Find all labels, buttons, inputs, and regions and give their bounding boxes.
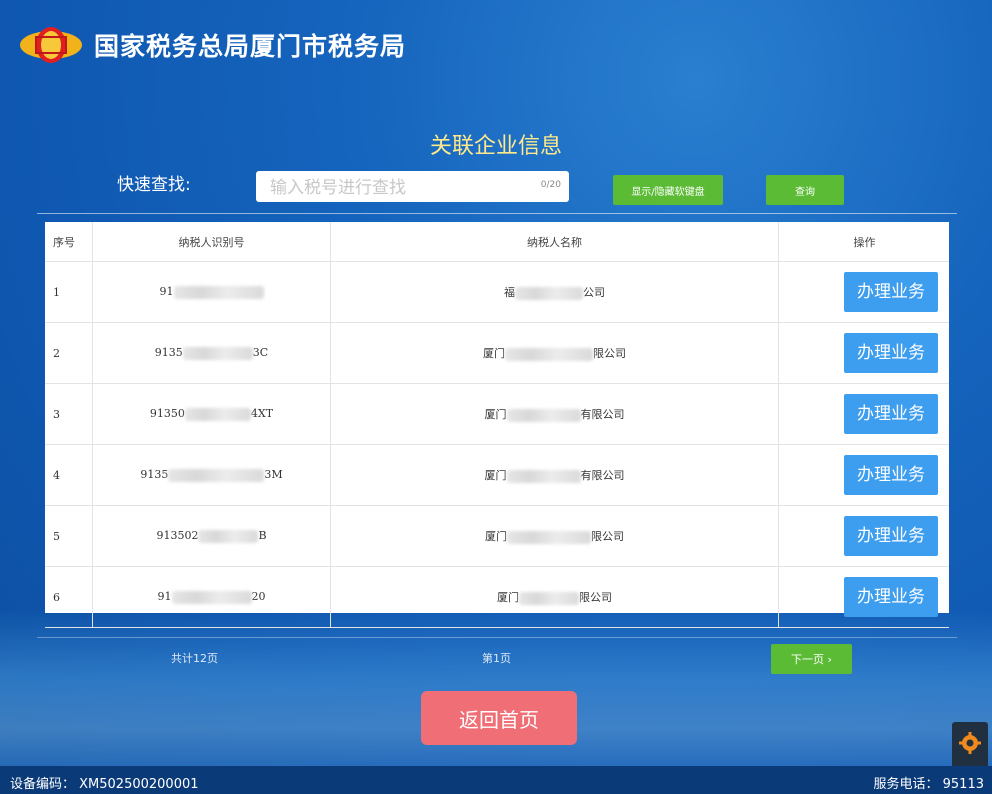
search-label: 快速查找: (117, 175, 191, 195)
return-home-button[interactable]: 返回首页 (421, 691, 577, 745)
taxpayer-name-visible-part: 限公司 (579, 591, 612, 604)
divider-top (37, 213, 957, 214)
table-header-row: 序号 纳税人识别号 纳税人名称 操作 (45, 222, 949, 262)
redacted-blur (515, 286, 583, 300)
taxpayer-name-visible-part: 厦门 (485, 530, 507, 543)
redacted-blur (182, 346, 253, 360)
enterprise-table: 序号 纳税人识别号 纳税人名称 操作 1 91 福公司 办理业务 2 9135 3… (45, 222, 949, 628)
redacted-blur (168, 468, 265, 482)
floating-tool-widget[interactable] (952, 722, 988, 768)
taxpayer-id-cell: 91 (92, 261, 331, 323)
redacted-blur (506, 408, 581, 422)
row-index: 3 (45, 383, 93, 445)
search-field[interactable]: 0/20 (256, 171, 569, 204)
redacted-blur (184, 407, 251, 421)
taxpayer-id-visible-part: 20 (251, 590, 266, 604)
taxpayer-name-cell: 福 公司 (330, 261, 779, 323)
taxpayer-name-visible-part: 厦门 (484, 408, 507, 421)
taxpayer-name-cell: 厦门 有限公司 (330, 383, 779, 445)
col-header-index: 序号 (45, 222, 93, 262)
table-row: 5 913502 B 厦门 限公司 办理业务 (45, 505, 949, 567)
taxpayer-id-cell: 913502 B (92, 505, 331, 567)
taxpayer-id-visible-part: 3M (264, 468, 283, 482)
current-page-text: 第1页 (482, 652, 511, 665)
taxpayer-name-cell: 厦门 限公司 (330, 322, 779, 384)
taxpayer-id-visible-part: 91 (159, 285, 174, 299)
handle-business-button[interactable]: 办理业务 (844, 333, 938, 373)
redacted-blur (173, 285, 264, 299)
taxpayer-id-cell: 9135 3C (92, 322, 331, 384)
redacted-blur (198, 529, 259, 543)
row-index: 4 (45, 444, 93, 506)
redacted-blur (519, 591, 579, 605)
handle-business-button[interactable]: 办理业务 (844, 455, 938, 495)
app-header: 国家税务总局厦门市税务局 (18, 22, 406, 68)
table-row: 6 91 20 厦门 限公司 办理业务 (45, 566, 949, 628)
redacted-blur (506, 469, 581, 483)
redacted-blur (505, 347, 593, 361)
tax-id-search-input[interactable] (268, 171, 542, 204)
taxpayer-id-visible-part: 9135 (140, 468, 169, 482)
query-button[interactable]: 查询 (766, 175, 844, 205)
taxpayer-name-visible-part: 有限公司 (580, 408, 625, 421)
taxpayer-name-visible-part: 福 (504, 286, 515, 299)
taxpayer-id-visible-part: 91350 (149, 407, 185, 421)
input-char-counter: 0/20 (540, 180, 561, 190)
row-index: 5 (45, 505, 93, 567)
row-index: 2 (45, 322, 93, 384)
tax-emblem-logo (18, 22, 84, 68)
taxpayer-name-cell: 厦门 限公司 (330, 505, 779, 567)
taxpayer-id-visible-part: 9135 (154, 346, 183, 360)
taxpayer-name-cell: 厦门 有限公司 (330, 444, 779, 506)
col-header-taxpayer-name: 纳税人名称 (330, 222, 779, 262)
taxpayer-name-cell: 厦门 限公司 (330, 566, 779, 628)
handle-business-button[interactable]: 办理业务 (844, 516, 938, 556)
table-row: 2 9135 3C 厦门 限公司 办理业务 (45, 322, 949, 384)
next-page-button[interactable]: 下一页 › (771, 644, 852, 674)
taxpayer-id-cell: 9135 3M (92, 444, 331, 506)
total-pages-text: 共计12页 (171, 652, 218, 665)
taxpayer-name-visible-part: 厦门 (497, 591, 519, 604)
taxpayer-name-visible-part: 限公司 (593, 347, 626, 360)
row-index: 6 (45, 566, 93, 628)
handle-business-button[interactable]: 办理业务 (844, 272, 938, 312)
taxpayer-id-visible-part: B (258, 529, 267, 543)
taxpayer-name-visible-part: 有限公司 (580, 469, 625, 482)
table-row: 4 9135 3M 厦门 有限公司 办理业务 (45, 444, 949, 506)
device-code: 设备编码： XM502500200001 (10, 777, 199, 792)
taxpayer-id-cell: 91 20 (92, 566, 331, 628)
row-index: 1 (45, 261, 93, 323)
taxpayer-name-visible-part: 厦门 (484, 469, 507, 482)
gear-icon (959, 732, 981, 758)
redacted-blur (171, 590, 252, 604)
footer-bar: 设备编码： XM502500200001 服务电话： 95113 (0, 766, 992, 794)
app-title: 国家税务总局厦门市税务局 (94, 32, 407, 61)
col-header-action: 操作 (778, 222, 949, 262)
col-header-taxpayer-id: 纳税人识别号 (92, 222, 331, 262)
taxpayer-id-visible-part: 91 (157, 590, 172, 604)
divider-bottom (37, 637, 957, 638)
page-heading: 关联企业信息 (429, 134, 562, 159)
handle-business-button[interactable]: 办理业务 (844, 577, 938, 617)
redacted-blur (507, 530, 591, 544)
handle-business-button[interactable]: 办理业务 (844, 394, 938, 434)
toggle-keyboard-button[interactable]: 显示/隐藏软键盘 (613, 175, 723, 205)
taxpayer-id-cell: 91350 4XT (92, 383, 331, 445)
table-row: 3 91350 4XT 厦门 有限公司 办理业务 (45, 383, 949, 445)
taxpayer-id-visible-part: 4XT (250, 407, 274, 421)
taxpayer-id-visible-part: 913502 (156, 529, 199, 543)
table-row: 1 91 福 公司 办理业务 (45, 261, 949, 323)
service-phone: 服务电话： 95113 (873, 777, 985, 792)
taxpayer-id-visible-part: 3C (252, 346, 269, 360)
taxpayer-name-visible-part: 厦门 (483, 347, 505, 360)
taxpayer-name-visible-part: 公司 (583, 286, 605, 299)
taxpayer-name-visible-part: 限公司 (591, 530, 624, 543)
